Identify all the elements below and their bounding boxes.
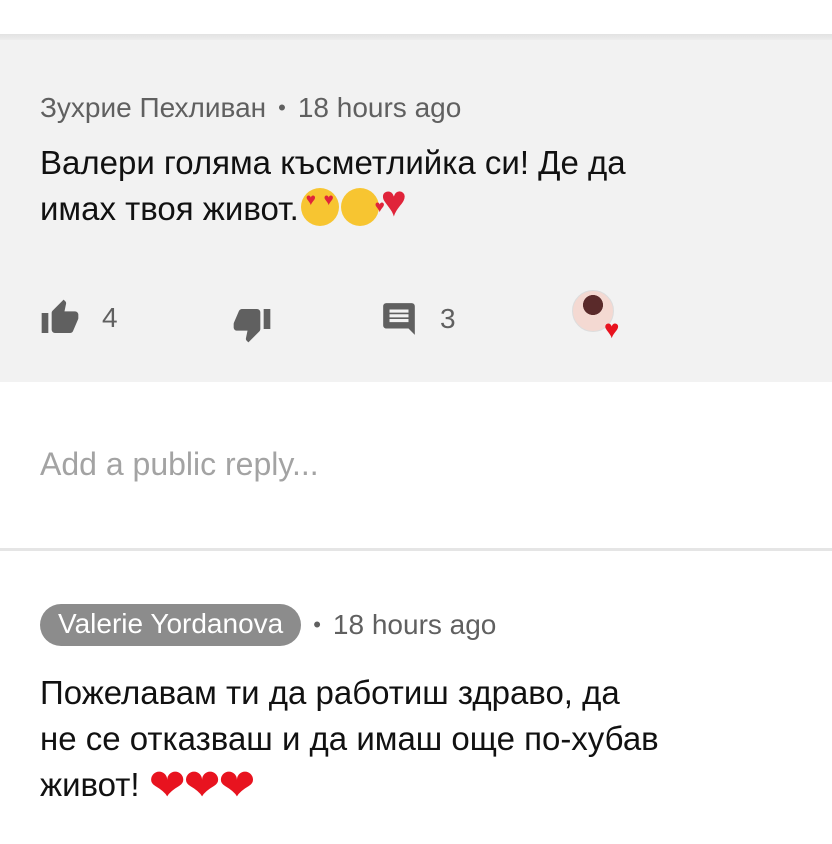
comment-icon	[383, 303, 415, 335]
heart-icon: ♥	[604, 314, 620, 344]
like-count: 4	[102, 302, 118, 333]
reply-meta: Valerie Yordanova • 18 hours ago	[40, 604, 496, 646]
dislike-button[interactable]	[232, 304, 272, 344]
reply-author-chip[interactable]: Valerie Yordanova	[40, 604, 302, 646]
comment-author[interactable]: Зухрие Пехливан	[40, 92, 266, 124]
section-divider	[0, 548, 832, 551]
comment-meta: Зухрие Пехливан • 18 hours ago	[40, 92, 461, 124]
red-heart-emojis: ❤❤❤	[148, 761, 256, 810]
comment-card: Зухрие Пехливан • 18 hours ago Валери го…	[0, 40, 832, 382]
reply-count: 3	[440, 303, 456, 334]
kiss-emoji	[340, 184, 385, 230]
meta-separator: •	[278, 95, 286, 120]
thumb-down-icon	[233, 309, 271, 343]
heart-eyes-emoji	[300, 188, 339, 226]
reply-input-placeholder: Add a public reply...	[40, 446, 319, 482]
sparkling-heart-emoji	[381, 180, 421, 226]
reply-button[interactable]: 3	[380, 300, 456, 338]
reply-text: Пожелавам ти да работиш здраво, да не се…	[40, 670, 820, 808]
comment-text: Валери голяма късметлийка си! Де да имах…	[40, 140, 820, 232]
like-button[interactable]: 4	[40, 298, 118, 338]
reply-timestamp[interactable]: 18 hours ago	[333, 609, 496, 641]
meta-separator: •	[313, 612, 321, 637]
thumb-up-icon	[41, 299, 79, 333]
comment-actions: 4 3	[0, 299, 832, 372]
reply-input[interactable]: Add a public reply...	[40, 446, 319, 483]
reply-body: Пожелавам ти да работиш здраво, да не се…	[40, 674, 659, 803]
comment-timestamp[interactable]: 18 hours ago	[298, 92, 461, 124]
